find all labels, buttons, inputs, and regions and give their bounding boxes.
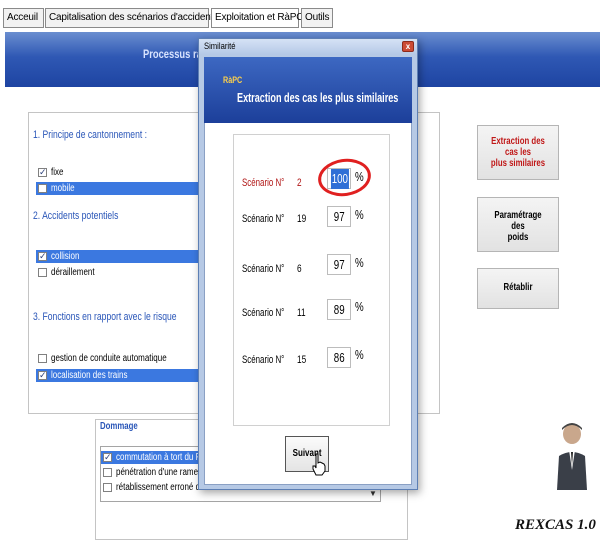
checkbox-box[interactable]: [103, 483, 112, 492]
section-title-fonctions: 3. Fonctions en rapport avec le risque: [33, 311, 177, 323]
percent-sign-5: %: [355, 347, 364, 362]
scenario-number-2: 19: [297, 213, 307, 225]
checkbox-box[interactable]: [38, 250, 47, 263]
checkbox-label: pénétration d'une rame su: [116, 467, 209, 478]
extraction-button-line2: plus similaires: [490, 158, 546, 169]
tab-exploitation[interactable]: Exploitation et RàPC: [211, 8, 303, 28]
dommage-title: Dommage: [100, 421, 138, 432]
similarity-field-2[interactable]: 97: [327, 206, 351, 227]
checkbox-label: mobile: [51, 183, 75, 194]
hand-cursor-icon: [312, 453, 326, 476]
section-title-accidents: 2. Accidents potentiels: [33, 210, 119, 222]
dialog-heading: Extraction des cas les plus similaires: [237, 90, 399, 105]
similarity-field-3[interactable]: 97: [327, 254, 351, 275]
checkbox-label: commutation à tort du PA: [116, 452, 206, 463]
checkbox-box[interactable]: [38, 184, 47, 193]
scenario-number-4: 11: [297, 307, 306, 319]
checkbox-localisation-trains[interactable]: localisation des trains: [36, 369, 206, 382]
parametrage-button-line1: Paramétrage des: [494, 210, 542, 232]
banner-title: Processus ra: [143, 47, 202, 61]
scenario-label-2: Scénario N°: [242, 213, 285, 225]
extraction-button[interactable]: Extraction des cas les plus similaires: [477, 125, 559, 180]
tab-capitalisation[interactable]: Capitalisation des scénarios d'accidents: [45, 8, 218, 28]
retablir-button-label: Rétablir: [503, 282, 533, 293]
app-name: REXCAS 1.0: [515, 517, 596, 533]
scenario-number-1: 2: [297, 177, 302, 189]
similarity-field-5[interactable]: 86: [327, 347, 351, 368]
section-title-confinement: 1. Principe de cantonnement :: [33, 129, 148, 141]
retablir-button[interactable]: Rétablir: [477, 268, 559, 309]
scroll-down-arrow-icon[interactable]: ▼: [369, 489, 377, 498]
similarity-field-4[interactable]: 89: [327, 299, 351, 320]
parametrage-poids-button[interactable]: Paramétrage des poids: [477, 197, 559, 252]
checkbox-box[interactable]: [38, 354, 47, 363]
scenario-number-5: 15: [297, 354, 307, 366]
scenario-label-3: Scénario N°: [242, 263, 285, 275]
checkbox-collision[interactable]: collision: [36, 250, 206, 263]
checkbox-gestion-conduite[interactable]: gestion de conduite automatique: [36, 352, 206, 365]
user-avatar-icon: [557, 423, 587, 490]
checkbox-box[interactable]: [103, 451, 112, 464]
checkbox-label: localisation des trains: [51, 370, 128, 381]
checkbox-box[interactable]: [38, 166, 47, 179]
scenario-label-5: Scénario N°: [242, 354, 285, 366]
scenario-label-1: Scénario N°: [242, 177, 285, 189]
checkbox-label: collision: [51, 251, 80, 262]
parametrage-button-line2: poids: [507, 232, 529, 243]
tab-acceuil[interactable]: Acceuil: [3, 8, 44, 28]
scenario-label-4: Scénario N°: [242, 307, 285, 319]
main-tab-bar: Acceuil Capitalisation des scénarios d'a…: [0, 0, 600, 28]
checkbox-fixe[interactable]: fixe: [36, 166, 206, 179]
checkbox-label: gestion de conduite automatique: [51, 353, 167, 364]
dialog-window-title: Similarité: [204, 41, 236, 51]
similarity-value-4: 89: [333, 302, 345, 317]
percent-sign-2: %: [355, 207, 364, 222]
checkbox-label: déraillement: [51, 267, 95, 278]
extraction-button-line1: Extraction des cas les: [491, 136, 545, 158]
checkbox-box[interactable]: [38, 369, 47, 382]
dialog-close-icon[interactable]: x: [402, 41, 414, 52]
checkbox-deraillement[interactable]: déraillement: [36, 266, 206, 279]
similarity-value-3: 97: [333, 257, 345, 272]
percent-sign-4: %: [355, 299, 364, 314]
percent-sign-3: %: [355, 255, 364, 270]
similarity-value-5: 86: [333, 350, 345, 365]
checkbox-box[interactable]: [103, 468, 112, 477]
similarity-value-2: 97: [333, 209, 345, 224]
checkbox-label: fixe: [51, 167, 64, 178]
checkbox-box[interactable]: [38, 268, 47, 277]
checkbox-mobile[interactable]: mobile: [36, 182, 206, 195]
tab-outils[interactable]: Outils: [301, 8, 333, 28]
scenario-number-3: 6: [297, 263, 302, 275]
rapc-badge: RàPC: [223, 75, 243, 85]
